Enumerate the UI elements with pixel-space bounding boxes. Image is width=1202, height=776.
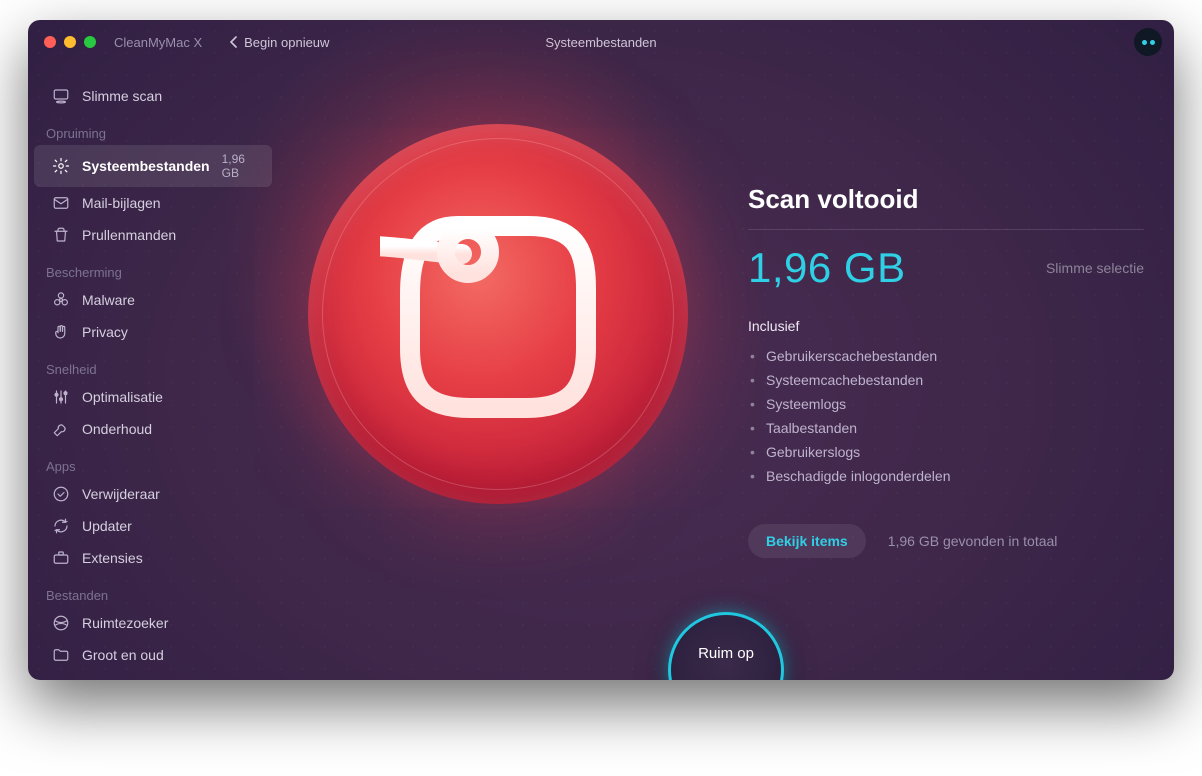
sidebar-item-malware[interactable]: Malware [34, 284, 272, 316]
sidebar-item-onderhoud[interactable]: Onderhoud [34, 413, 272, 445]
sidebar-item-slimme-scan[interactable]: Slimme scan [34, 80, 272, 112]
sidebar-item-systeembestanden[interactable]: Systeembestanden 1,96 GB [34, 145, 272, 187]
inclusive-label: Inclusief [748, 318, 1144, 334]
sidebar-item-label: Systeembestanden [82, 158, 210, 174]
main-content: Scan voltooid 1,96 GB Slimme selectie In… [278, 64, 1174, 680]
chevron-left-icon [230, 36, 238, 48]
inclusive-list-item: Taalbestanden [748, 416, 1144, 440]
window-maximize[interactable] [84, 36, 96, 48]
clean-button[interactable]: Ruim op [668, 612, 784, 680]
window-close[interactable] [44, 36, 56, 48]
back-button[interactable]: Begin opnieuw [230, 35, 329, 50]
titlebar: CleanMyMac X Begin opnieuw Systeembestan… [28, 20, 1174, 64]
sidebar-item-verwijderaar[interactable]: Verwijderaar [34, 478, 272, 510]
inclusive-list-item: Gebruikerslogs [748, 440, 1144, 464]
sidebar-item-extensies[interactable]: Extensies [34, 542, 272, 574]
scan-size: 1,96 GB [748, 244, 906, 292]
assistant-button[interactable] [1134, 28, 1162, 56]
sidebar-item-label: Mail-bijlagen [82, 195, 161, 211]
sidebar-section-title: Bestanden [28, 574, 278, 607]
sidebar-item-label: Versnipperaar [82, 679, 169, 680]
sliders-icon [52, 388, 70, 406]
sidebar-item-prullenmanden[interactable]: Prullenmanden [34, 219, 272, 251]
inclusive-list-item: Systeemcachebestanden [748, 368, 1144, 392]
sidebar-section-title: Bescherming [28, 251, 278, 284]
sidebar-section-title: Apps [28, 445, 278, 478]
updater-icon [52, 517, 70, 535]
sidebar-item-label: Verwijderaar [82, 486, 160, 502]
sidebar-item-optimalisatie[interactable]: Optimalisatie [34, 381, 272, 413]
inclusive-list-item: Beschadigde inlogonderdelen [748, 464, 1144, 488]
uninstall-icon [52, 485, 70, 503]
result-panel: Scan voltooid 1,96 GB Slimme selectie In… [748, 184, 1144, 558]
hero-graphic [308, 124, 688, 504]
sidebar-item-ruimtezoeker[interactable]: Ruimtezoeker [34, 607, 272, 639]
sidebar-item-label: Slimme scan [82, 88, 162, 104]
trash-icon [52, 226, 70, 244]
clean-button-label: Ruim op [698, 645, 754, 662]
mail-icon [52, 194, 70, 212]
sidebar-item-versnipperaar[interactable]: Versnipperaar [34, 671, 272, 680]
sidebar-section-title: Snelheid [28, 348, 278, 381]
biohazard-icon [52, 291, 70, 309]
sidebar-item-label: Malware [82, 292, 135, 308]
view-items-button[interactable]: Bekijk items [748, 524, 866, 558]
sidebar-item-badge: 1,96 GB [222, 152, 258, 180]
folder-icon [52, 646, 70, 664]
window-minimize[interactable] [64, 36, 76, 48]
scan-title: Scan voltooid [748, 184, 1144, 215]
sidebar-item-label: Privacy [82, 324, 128, 340]
smart-selection-link[interactable]: Slimme selectie [1046, 260, 1144, 276]
sidebar-item-label: Optimalisatie [82, 389, 163, 405]
sidebar-item-label: Extensies [82, 550, 143, 566]
divider [748, 229, 1144, 230]
shredder-icon [52, 678, 70, 680]
tag-icon [380, 196, 616, 432]
sidebar-item-updater[interactable]: Updater [34, 510, 272, 542]
app-title: CleanMyMac X [114, 35, 202, 50]
extensions-icon [52, 549, 70, 567]
sidebar: Slimme scan Opruiming Systeembestanden 1,96… [28, 76, 278, 680]
space-lens-icon [52, 614, 70, 632]
app-window: CleanMyMac X Begin opnieuw Systeembestan… [28, 20, 1174, 680]
inclusive-list-item: Gebruikerscachebestanden [748, 344, 1144, 368]
sidebar-item-label: Ruimtezoeker [82, 615, 168, 631]
sidebar-item-label: Onderhoud [82, 421, 152, 437]
gear-icon [52, 157, 70, 175]
found-total-text: 1,96 GB gevonden in totaal [888, 533, 1058, 549]
sidebar-item-groot-en-oud[interactable]: Groot en oud [34, 639, 272, 671]
sidebar-item-label: Prullenmanden [82, 227, 176, 243]
inclusive-list-item: Systeemlogs [748, 392, 1144, 416]
hand-icon [52, 323, 70, 341]
wrench-icon [52, 420, 70, 438]
monitor-icon [52, 87, 70, 105]
sidebar-section-title: Opruiming [28, 112, 278, 145]
sidebar-item-label: Updater [82, 518, 132, 534]
back-button-label: Begin opnieuw [244, 35, 329, 50]
inclusive-list: GebruikerscachebestandenSysteemcachebest… [748, 344, 1144, 488]
traffic-lights [44, 36, 96, 48]
sidebar-item-label: Groot en oud [82, 647, 164, 663]
sidebar-item-privacy[interactable]: Privacy [34, 316, 272, 348]
sidebar-item-mail-bijlagen[interactable]: Mail-bijlagen [34, 187, 272, 219]
